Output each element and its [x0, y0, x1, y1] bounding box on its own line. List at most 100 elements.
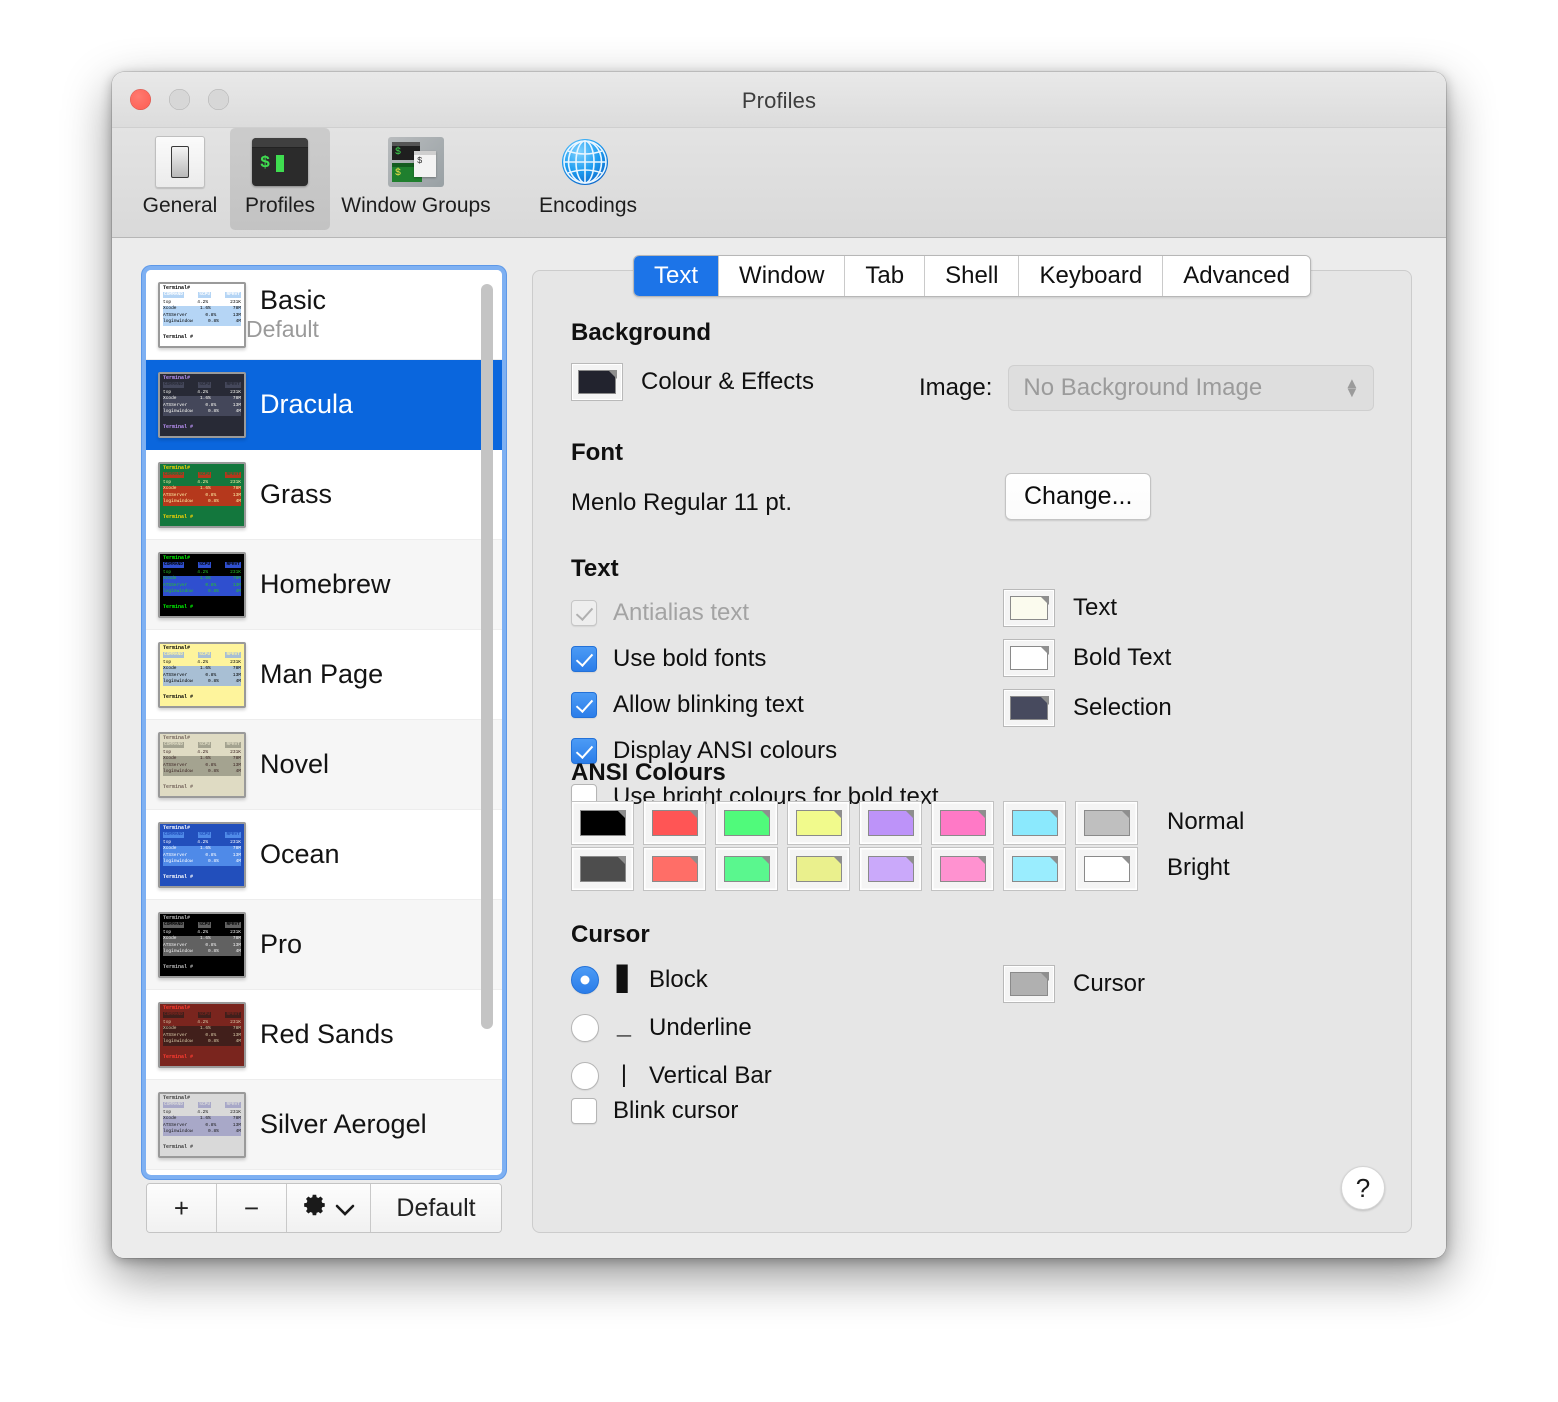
profile-list-scrollbar[interactable] — [479, 278, 495, 1167]
profile-name: Pro — [260, 929, 303, 960]
profile-name: Grass — [260, 479, 333, 510]
ansi-normal-swatch[interactable] — [715, 801, 778, 845]
change-font-button[interactable]: Change... — [1005, 473, 1152, 520]
cursor-shape-icon: | — [616, 1062, 632, 1090]
ansi-bright-swatch[interactable] — [1075, 847, 1138, 891]
ansi-normal-swatch[interactable] — [1075, 801, 1138, 845]
ansi-bright-swatch[interactable] — [787, 847, 850, 891]
tab-text[interactable]: Text — [634, 256, 720, 296]
ansi-bright-swatch[interactable] — [643, 847, 706, 891]
window-title: Profiles — [741, 88, 817, 113]
text-colour-row: Selection — [1003, 689, 1172, 727]
profile-list-item[interactable]: Terminal# COMMAND %CPU RPRVT top 4.2% 231K Xcod… — [146, 990, 502, 1080]
background-image-value: No Background Image — [1023, 374, 1263, 401]
tab-tab[interactable]: Tab — [845, 256, 926, 296]
ansi-bright-swatch[interactable] — [931, 847, 994, 891]
ansi-normal-swatch[interactable] — [859, 801, 922, 845]
toolbar-item-general[interactable]: General — [130, 128, 230, 218]
profile-list-item[interactable]: Terminal# COMMAND %CPU RPRVT top 4.2% 231K Xcod… — [146, 450, 502, 540]
set-default-button[interactable]: Default — [371, 1184, 501, 1232]
background-image-popup[interactable]: No Background Image ▲ ▼ — [1008, 365, 1375, 411]
tab-window[interactable]: Window — [719, 256, 846, 296]
profile-list-item[interactable]: Terminal# COMMAND %CPU RPRVT top 4.2% 231K Xcod… — [146, 1080, 502, 1170]
text-option-label: Use bold fonts — [613, 645, 767, 672]
radio-button[interactable] — [571, 1014, 599, 1042]
profiles-preferences-window: Profiles General $ Profiles Window G — [112, 72, 1446, 1258]
profile-actions-menu-button[interactable] — [287, 1184, 371, 1232]
preferences-toolbar: General $ Profiles Window Groups — [112, 128, 1446, 238]
profile-list-item[interactable]: Terminal# COMMAND %CPU RPRVT top 4.2% 231K Xcod… — [146, 540, 502, 630]
blink-cursor-row[interactable]: Blink cursor — [571, 1097, 738, 1125]
profile-list-item[interactable]: Terminal# COMMAND %CPU RPRVT top 4.2% 231K Xcod… — [146, 360, 502, 450]
checkbox[interactable] — [571, 692, 597, 718]
default-button-label: Default — [396, 1193, 476, 1222]
ansi-bright-swatch[interactable] — [715, 847, 778, 891]
tab-keyboard[interactable]: Keyboard — [1019, 256, 1164, 296]
profile-list-item[interactable]: Terminal# COMMAND %CPU RPRVT top 4.2% 231K Xcod… — [146, 900, 502, 990]
text-option-row[interactable]: Allow blinking text — [571, 687, 939, 723]
chevron-down-icon — [335, 1193, 355, 1224]
radio-button[interactable] — [571, 966, 599, 994]
settings-tab-bar: Text Window Tab Shell Keyboard Advanced — [633, 255, 1311, 297]
ansi-normal-swatch[interactable] — [643, 801, 706, 845]
toolbar-item-window-groups[interactable]: Window Groups — [330, 128, 502, 218]
text-options-group: Antialias text Use bold fonts Allow blinki… — [571, 595, 939, 825]
globe-icon — [560, 134, 616, 190]
toolbar-item-profiles[interactable]: $ Profiles — [230, 128, 330, 230]
colour-well[interactable] — [1003, 589, 1055, 627]
text-option-row[interactable]: Use bold fonts — [571, 641, 939, 677]
profile-name: Homebrew — [260, 569, 391, 600]
text-option-row[interactable]: Antialias text — [571, 595, 939, 631]
window-groups-icon — [388, 134, 444, 190]
profile-list-item[interactable]: Terminal# COMMAND %CPU RPRVT top 4.2% 231K Xcod… — [146, 810, 502, 900]
cursor-style-row[interactable]: ▊ Block — [571, 963, 772, 997]
stepper-arrows-icon: ▲ ▼ — [1344, 375, 1360, 401]
cursor-style-label: Vertical Bar — [649, 1062, 772, 1089]
toolbar-label-window-groups: Window Groups — [341, 194, 491, 217]
profile-thumbnail: Terminal# COMMAND %CPU RPRVT top 4.2% 231K Xcod… — [158, 281, 246, 348]
light-switch-icon — [152, 134, 208, 190]
remove-profile-button[interactable]: − — [217, 1184, 287, 1232]
cursor-style-label: Block — [649, 966, 708, 993]
cursor-style-row[interactable]: _ Underline — [571, 1011, 772, 1045]
ansi-normal-swatch[interactable] — [1003, 801, 1066, 845]
colour-well-label: Text — [1073, 594, 1118, 621]
blink-cursor-checkbox[interactable] — [571, 1098, 597, 1124]
profile-name: Dracula — [260, 389, 354, 420]
toolbar-item-encodings[interactable]: Encodings — [502, 128, 674, 218]
help-button[interactable]: ? — [1341, 1166, 1385, 1210]
tab-shell[interactable]: Shell — [925, 256, 1020, 296]
colour-well[interactable] — [1003, 689, 1055, 727]
add-profile-button[interactable]: + — [147, 1184, 217, 1232]
minus-icon: − — [243, 1192, 260, 1223]
profile-list-item[interactable]: Terminal# COMMAND %CPU RPRVT top 4.2% 231K Xcod… — [146, 720, 502, 810]
image-label: Image: — [919, 374, 993, 401]
ansi-normal-swatch[interactable] — [787, 801, 850, 845]
scrollbar-thumb[interactable] — [481, 284, 493, 1029]
profile-list-item[interactable]: Terminal# COMMAND %CPU RPRVT top 4.2% 231K Xcod… — [146, 270, 502, 360]
profile-list[interactable]: Terminal# COMMAND %CPU RPRVT top 4.2% 231K Xcod… — [146, 270, 502, 1175]
ansi-heading: ANSI Colours — [571, 759, 726, 786]
background-colour-row: Colour & Effects — [571, 363, 814, 401]
cursor-colour-well[interactable] — [1003, 965, 1055, 1003]
cursor-colour-row: Cursor — [1003, 965, 1145, 1003]
text-option-label: Antialias text — [613, 599, 750, 626]
background-colour-well[interactable] — [571, 363, 623, 401]
profile-thumbnail: Terminal# COMMAND %CPU RPRVT top 4.2% 231K Xcod… — [158, 641, 246, 708]
radio-button[interactable] — [571, 1062, 599, 1090]
colour-effects-label: Colour & Effects — [641, 368, 814, 395]
ansi-normal-swatch[interactable] — [931, 801, 994, 845]
toolbar-label-general: General — [142, 194, 218, 217]
ansi-bright-swatch[interactable] — [859, 847, 922, 891]
ansi-bright-swatch[interactable] — [571, 847, 634, 891]
ansi-normal-swatch[interactable] — [571, 801, 634, 845]
tab-advanced[interactable]: Advanced — [1163, 256, 1310, 296]
checkbox[interactable] — [571, 646, 597, 672]
ansi-normal-label: Normal — [1167, 808, 1245, 835]
profile-list-item[interactable]: Terminal# COMMAND %CPU RPRVT top 4.2% 231K Xcod… — [146, 630, 502, 720]
cursor-style-row[interactable]: | Vertical Bar — [571, 1059, 772, 1093]
ansi-bright-swatch[interactable] — [1003, 847, 1066, 891]
colour-well[interactable] — [1003, 639, 1055, 677]
blink-cursor-label: Blink cursor — [613, 1097, 739, 1124]
preferences-content: Terminal# COMMAND %CPU RPRVT top 4.2% 231K Xcod… — [112, 238, 1446, 1258]
